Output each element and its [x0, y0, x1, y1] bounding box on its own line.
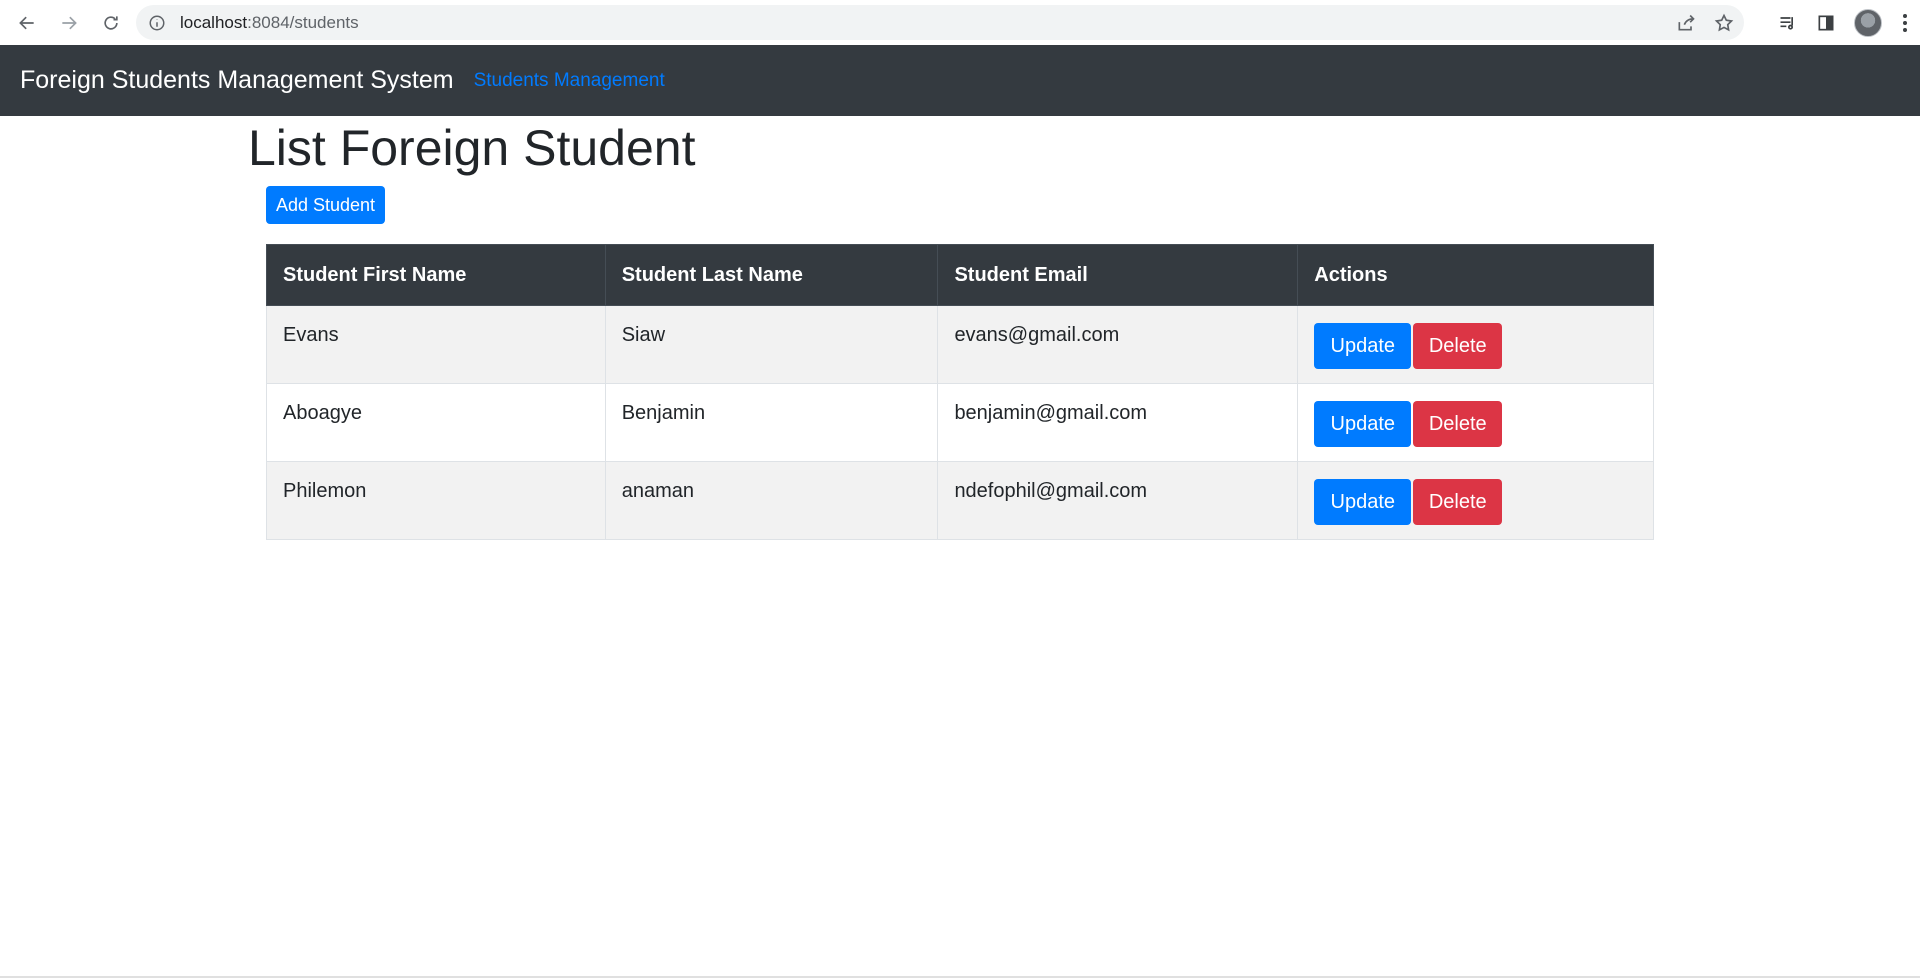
- cell-first-name: Philemon: [266, 461, 606, 540]
- cell-first-name: Evans: [266, 305, 606, 384]
- table-row: Philemon anaman ndefophil@gmail.com Upda…: [266, 461, 1654, 540]
- cell-email: benjamin@gmail.com: [937, 383, 1299, 462]
- table-row: Evans Siaw evans@gmail.com Update Delete: [266, 305, 1654, 384]
- cell-email: evans@gmail.com: [937, 305, 1299, 384]
- reload-icon[interactable]: [96, 8, 126, 38]
- students-table-container: Student First Name Student Last Name Stu…: [266, 244, 1654, 540]
- cell-actions: Update Delete: [1297, 383, 1654, 462]
- update-button[interactable]: Update: [1314, 323, 1412, 369]
- star-icon[interactable]: [1714, 13, 1734, 33]
- update-button[interactable]: Update: [1314, 479, 1412, 525]
- table-header-row: Student First Name Student Last Name Stu…: [266, 244, 1654, 306]
- delete-button[interactable]: Delete: [1413, 401, 1503, 447]
- url-text[interactable]: localhost:8084/students: [180, 13, 359, 33]
- back-icon[interactable]: [12, 8, 42, 38]
- menu-icon[interactable]: [1900, 13, 1910, 32]
- forward-icon[interactable]: [54, 8, 84, 38]
- media-icon[interactable]: [1778, 13, 1798, 33]
- cell-first-name: Aboagye: [266, 383, 606, 462]
- header-last-name: Student Last Name: [604, 244, 939, 306]
- info-icon[interactable]: [148, 14, 166, 32]
- app-navbar: Foreign Students Management System Stude…: [0, 45, 1920, 116]
- cell-actions: Update Delete: [1297, 461, 1654, 540]
- url-path: :8084/students: [247, 12, 359, 32]
- cell-email: ndefophil@gmail.com: [937, 461, 1299, 540]
- brand-title[interactable]: Foreign Students Management System: [20, 66, 454, 95]
- cell-actions: Update Delete: [1297, 305, 1654, 384]
- avatar[interactable]: [1854, 8, 1882, 37]
- update-button[interactable]: Update: [1314, 401, 1412, 447]
- nav-link-students-management[interactable]: Students Management: [474, 70, 665, 92]
- page-title: List Foreign Student: [248, 120, 696, 176]
- delete-button[interactable]: Delete: [1413, 479, 1503, 525]
- header-email: Student Email: [937, 244, 1299, 306]
- add-student-button[interactable]: Add Student: [266, 186, 385, 224]
- header-first-name: Student First Name: [266, 244, 606, 306]
- students-table: Student First Name Student Last Name Stu…: [266, 244, 1654, 540]
- address-bar[interactable]: localhost:8084/students: [136, 5, 1744, 40]
- cell-last-name: Siaw: [604, 305, 939, 384]
- side-panel-icon[interactable]: [1816, 13, 1836, 33]
- share-icon[interactable]: [1676, 13, 1696, 33]
- cell-last-name: Benjamin: [604, 383, 939, 462]
- url-host: localhost: [180, 12, 248, 32]
- table-row: Aboagye Benjamin benjamin@gmail.com Upda…: [266, 383, 1654, 462]
- delete-button[interactable]: Delete: [1413, 323, 1503, 369]
- cell-last-name: anaman: [604, 461, 939, 540]
- browser-toolbar: localhost:8084/students: [0, 0, 1920, 45]
- header-actions: Actions: [1297, 244, 1654, 306]
